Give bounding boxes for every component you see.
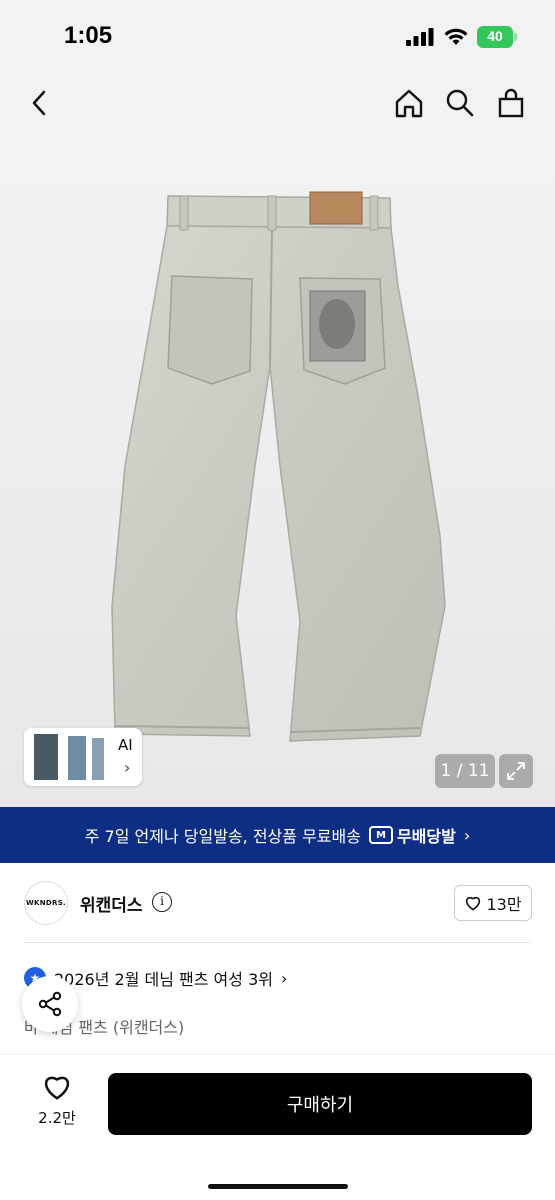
- share-icon: [38, 991, 62, 1017]
- ranking-text: 2026년 2월 데님 팬츠 여성 3위: [54, 970, 273, 989]
- shopping-bag-icon[interactable]: [494, 86, 528, 120]
- brand-name[interactable]: 위캔더스: [80, 891, 143, 916]
- product-image-jeans: [111, 191, 446, 742]
- chevron-left-icon[interactable]: [22, 86, 56, 120]
- home-indicator: [208, 1184, 348, 1189]
- info-icon[interactable]: i: [152, 892, 172, 912]
- free-shipping-banner[interactable]: 주 7일 언제나 당일발송, 전상품 무료배송 M 무배당발 ›: [0, 807, 555, 863]
- image-counter: 1 / 11: [435, 754, 495, 788]
- heart-icon: [466, 896, 481, 911]
- status-bar: 1:05 40: [0, 0, 555, 72]
- thumbnail-label: AI: [118, 736, 133, 754]
- delivery-badge: M 무배당발: [368, 823, 456, 847]
- delivery-badge-label: 무배당발: [396, 827, 456, 846]
- thumbnail-jeans-image: [34, 734, 104, 780]
- bottom-action-bar: 2.2만 구매하기: [0, 1054, 555, 1200]
- product-image-gallery[interactable]: AI › 1 / 11: [0, 136, 555, 807]
- status-time: 1:05: [64, 22, 113, 49]
- cellular-signal-icon: [406, 28, 434, 46]
- buy-button[interactable]: 구매하기: [108, 1073, 532, 1135]
- brand-row: WKNDRS. 위캔더스 i 13만: [0, 863, 555, 943]
- delivery-truck-icon: M: [368, 826, 393, 844]
- chevron-right-icon: ›: [463, 825, 471, 845]
- chevron-right-icon: ›: [124, 758, 131, 777]
- top-nav: [0, 72, 555, 136]
- heart-icon: [44, 1076, 70, 1100]
- expand-icon[interactable]: [499, 754, 533, 788]
- share-button[interactable]: [22, 976, 78, 1032]
- wishlist-count: 2.2만: [38, 1109, 76, 1127]
- chevron-right-icon: ›: [281, 968, 288, 988]
- wifi-icon: [444, 28, 468, 45]
- brand-logo[interactable]: WKNDRS.: [24, 881, 68, 925]
- brand-like-count: 13만: [486, 895, 522, 914]
- wishlist-button[interactable]: 2.2만: [24, 1073, 90, 1145]
- search-icon[interactable]: [443, 86, 477, 120]
- related-ai-thumbnail[interactable]: AI ›: [24, 728, 142, 786]
- shipping-banner-text: 주 7일 언제나 당일발송, 전상품 무료배송: [84, 827, 361, 846]
- battery-icon: 40: [477, 26, 517, 48]
- battery-level: 40: [487, 28, 503, 44]
- divider: [24, 942, 531, 943]
- brand-like-button[interactable]: 13만: [454, 885, 532, 921]
- home-icon[interactable]: [392, 86, 426, 120]
